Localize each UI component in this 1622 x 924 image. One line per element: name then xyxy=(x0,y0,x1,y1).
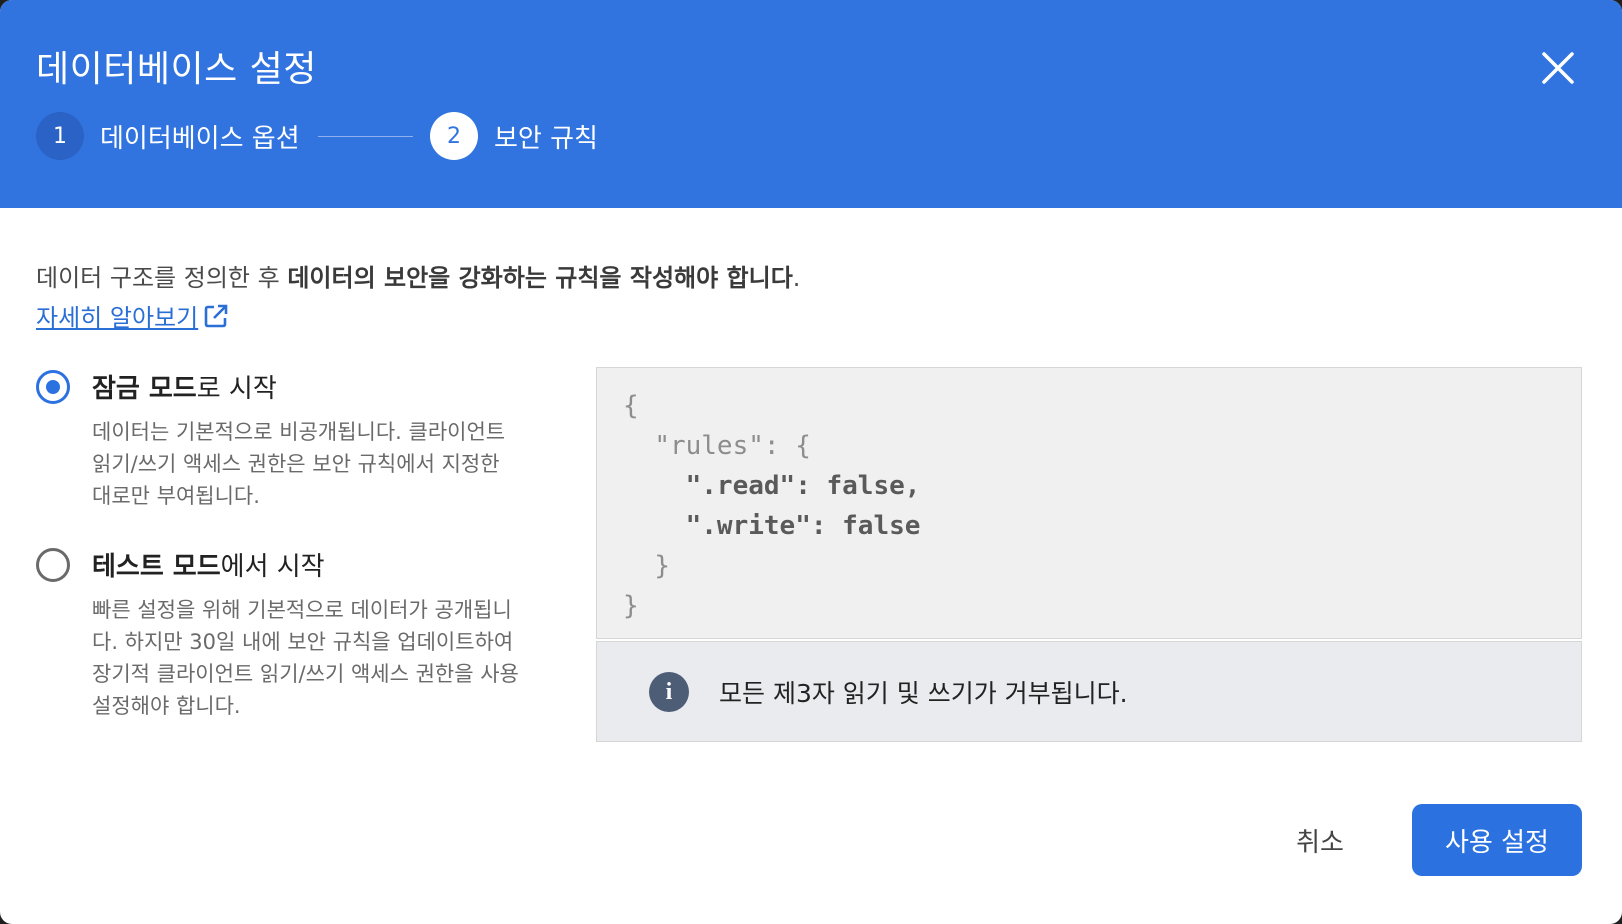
locked-mode-title-bold: 잠금 모드 xyxy=(92,374,197,404)
locked-mode-title-rest: 로 시작 xyxy=(196,374,277,404)
intro-text-end: . xyxy=(792,264,801,292)
locked-mode-description: 데이터는 기본적으로 비공개됩니다. 클라이언트 읽기/쓰기 액세스 권한은 보… xyxy=(92,420,506,508)
locked-mode-radio[interactable] xyxy=(36,370,70,404)
info-text: 모든 제3자 읽기 및 쓰기가 거부됩니다. xyxy=(719,679,1128,708)
close-icon xyxy=(1542,52,1574,84)
code-read-line: ".read": false, xyxy=(685,471,921,501)
step-label-1: 데이터베이스 옵션 xyxy=(100,123,300,154)
code-open-brace: { xyxy=(623,391,639,421)
test-mode-radio[interactable] xyxy=(36,548,70,582)
step-number-2: 2 xyxy=(430,112,478,160)
rules-code: { "rules": { ".read": false, ".write": f… xyxy=(623,386,920,626)
learn-more-link[interactable]: 자세히 알아보기 xyxy=(36,298,230,333)
test-mode-title-bold: 테스트 모드 xyxy=(92,552,221,582)
test-mode-description: 빠른 설정을 위해 기본적으로 데이터가 공개됩니다. 하지만 30일 내에 보… xyxy=(92,598,519,718)
step-label-2: 보안 규칙 xyxy=(494,123,598,154)
database-setup-dialog: 데이터베이스 설정 1 데이터베이스 옵션 2 보안 규칙 데이터 구조를 정의… xyxy=(0,0,1622,924)
cancel-button[interactable]: 취소 xyxy=(1255,804,1385,876)
code-write-line: ".write": false xyxy=(685,511,921,541)
step-1: 1 데이터베이스 옵션 xyxy=(36,112,300,160)
close-button[interactable] xyxy=(1530,40,1586,96)
info-icon: i xyxy=(649,672,689,712)
learn-more-label: 자세히 알아보기 xyxy=(36,304,199,332)
dialog-header: 데이터베이스 설정 1 데이터베이스 옵션 2 보안 규칙 xyxy=(0,0,1622,208)
external-link-icon xyxy=(204,304,228,327)
enable-button[interactable]: 사용 설정 xyxy=(1412,804,1582,876)
intro-text: 데이터 구조를 정의한 후 데이터의 보안을 강화하는 규칙을 작성해야 합니다… xyxy=(36,258,800,293)
intro-text-bold: 데이터의 보안을 강화하는 규칙을 작성해야 합니다 xyxy=(287,264,793,292)
code-close-brace: } xyxy=(623,591,639,621)
rules-code-panel: { "rules": { ".read": false, ".write": f… xyxy=(596,367,1582,639)
intro-text-start: 데이터 구조를 정의한 후 xyxy=(36,264,288,292)
step-connector xyxy=(318,136,413,137)
locked-mode-title: 잠금 모드로 시작 xyxy=(92,368,277,405)
test-mode-title: 테스트 모드에서 시작 xyxy=(92,546,325,583)
code-inner-close: } xyxy=(654,551,670,581)
step-2: 2 보안 규칙 xyxy=(430,112,598,160)
code-rules-key: "rules": { xyxy=(654,431,811,461)
dialog-title: 데이터베이스 설정 xyxy=(36,49,317,90)
test-mode-title-rest: 에서 시작 xyxy=(220,552,325,582)
info-banner: i 모든 제3자 읽기 및 쓰기가 거부됩니다. xyxy=(596,641,1582,742)
step-number-1: 1 xyxy=(36,112,84,160)
